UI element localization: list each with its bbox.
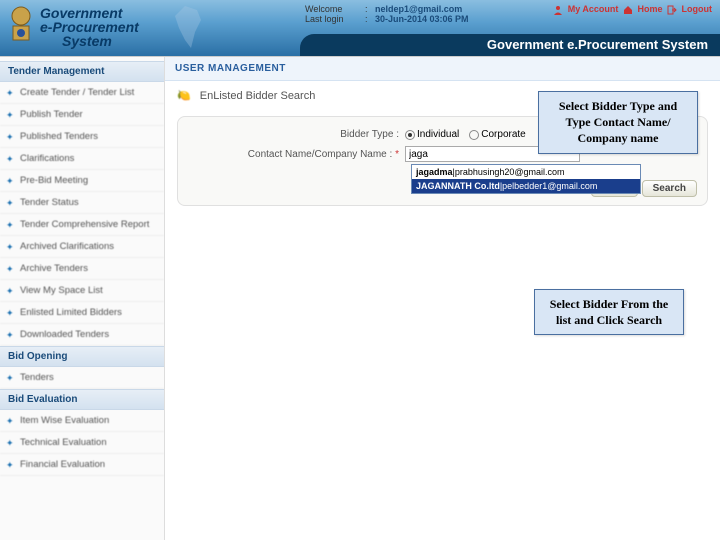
sidebar-item[interactable]: ✦ Financial Evaluation (0, 454, 164, 476)
arrow-icon: ✦ (6, 88, 16, 98)
sidebar-item[interactable]: ✦ Tender Status (0, 192, 164, 214)
radio-individual[interactable] (405, 130, 415, 140)
sidebar-item-label: Tender Status (20, 197, 79, 208)
bidder-type-label: Bidder Type : (190, 129, 405, 140)
sidebar-item[interactable]: ✦ Clarifications (0, 148, 164, 170)
sidebar-item-label: Tender Comprehensive Report (20, 219, 149, 230)
radio-individual-label[interactable]: Individual (417, 129, 459, 140)
sidebar: Tender Management ✦ Create Tender / Tende… (0, 57, 165, 540)
person-icon (553, 5, 563, 15)
app-header: Government e-Procurement System Welcome … (0, 0, 720, 57)
brand-bar: Government e.Procurement System (300, 34, 720, 56)
sidebar-item[interactable]: ✦ Create Tender / Tender List (0, 82, 164, 104)
page-title: USER MANAGEMENT (165, 57, 720, 81)
sidebar-item[interactable]: ✦ Downloaded Tenders (0, 324, 164, 346)
arrow-icon: ✦ (6, 264, 16, 274)
sidebar-section-tender: Tender Management (0, 61, 164, 82)
sidebar-item-label: View My Space List (20, 285, 103, 296)
sidebar-item-label: Create Tender / Tender List (20, 87, 134, 98)
sidebar-item[interactable]: ✦ Technical Evaluation (0, 432, 164, 454)
logout-icon (667, 5, 677, 15)
arrow-icon: ✦ (6, 286, 16, 296)
lastlogin-label: Last login (305, 14, 365, 24)
sidebar-item-label: Archived Clarifications (20, 241, 114, 252)
home-link[interactable]: Home (637, 4, 662, 14)
arrow-icon: ✦ (6, 416, 16, 426)
logout-link[interactable]: Logout (682, 4, 713, 14)
callout-select-type: Select Bidder Type and Type Contact Name… (538, 91, 698, 154)
main-content: USER MANAGEMENT 🍋 EnListed Bidder Search… (165, 57, 720, 540)
home-icon (623, 5, 633, 15)
sidebar-item[interactable]: ✦ Tender Comprehensive Report (0, 214, 164, 236)
sidebar-item-label: Tenders (20, 372, 54, 383)
crumb-text: EnListed Bidder Search (200, 90, 316, 102)
sidebar-item-label: Technical Evaluation (20, 437, 107, 448)
search-button[interactable]: Search (642, 180, 697, 197)
sidebar-item[interactable]: ✦ View My Space List (0, 280, 164, 302)
india-map-icon (165, 2, 215, 52)
sidebar-item-label: Financial Evaluation (20, 459, 105, 470)
site-title: Government e-Procurement System (40, 6, 139, 48)
arrow-icon: ✦ (6, 198, 16, 208)
welcome-label: Welcome (305, 4, 365, 14)
sidebar-item-label: Archive Tenders (20, 263, 88, 274)
arrow-icon: ✦ (6, 176, 16, 186)
dropdown-option-selected[interactable]: JAGANNATH Co.ltd|pelbedder1@gmail.com (412, 179, 640, 193)
sidebar-item[interactable]: ✦ Published Tenders (0, 126, 164, 148)
welcome-value: neldep1@gmail.com (375, 4, 462, 14)
dropdown-option[interactable]: jagadma|prabhusingh20@gmail.com (412, 165, 640, 179)
arrow-icon: ✦ (6, 373, 16, 383)
sidebar-item-label: Pre-Bid Meeting (20, 175, 88, 186)
sidebar-item[interactable]: ✦ Publish Tender (0, 104, 164, 126)
sidebar-item-label: Clarifications (20, 153, 74, 164)
arrow-icon: ✦ (6, 154, 16, 164)
sidebar-item-label: Published Tenders (20, 131, 98, 142)
radio-corporate[interactable] (469, 130, 479, 140)
sidebar-section-bideval: Bid Evaluation (0, 389, 164, 410)
callout-select-bidder: Select Bidder From the list and Click Se… (534, 289, 684, 335)
arrow-icon: ✦ (6, 110, 16, 120)
sidebar-item[interactable]: ✦ Pre-Bid Meeting (0, 170, 164, 192)
arrow-icon: ✦ (6, 242, 16, 252)
login-info: Welcome : neldep1@gmail.com Last login :… (305, 4, 469, 24)
sidebar-item-label: Publish Tender (20, 109, 83, 120)
autocomplete-dropdown: jagadma|prabhusingh20@gmail.com JAGANNAT… (411, 164, 641, 194)
arrow-icon: ✦ (6, 308, 16, 318)
sidebar-item-label: Enlisted Limited Bidders (20, 307, 122, 318)
arrow-icon: ✦ (6, 330, 16, 340)
title-line: System (40, 34, 139, 48)
radio-corporate-label[interactable]: Corporate (481, 129, 525, 140)
sidebar-item[interactable]: ✦ Item Wise Evaluation (0, 410, 164, 432)
sidebar-item-label: Item Wise Evaluation (20, 415, 109, 426)
top-nav: My Account Home Logout (551, 4, 712, 15)
sidebar-item[interactable]: ✦ Tenders (0, 367, 164, 389)
sidebar-item[interactable]: ✦ Archived Clarifications (0, 236, 164, 258)
sidebar-section-bidopen: Bid Opening (0, 346, 164, 367)
bullet-icon: 🍋 (177, 90, 191, 102)
arrow-icon: ✦ (6, 220, 16, 230)
sidebar-item[interactable]: ✦ Archive Tenders (0, 258, 164, 280)
title-line: Government (40, 6, 139, 20)
arrow-icon: ✦ (6, 460, 16, 470)
my-account-link[interactable]: My Account (568, 4, 619, 14)
contact-label: Contact Name/Company Name : * (190, 149, 405, 160)
sidebar-item-label: Downloaded Tenders (20, 329, 109, 340)
arrow-icon: ✦ (6, 438, 16, 448)
national-emblem-icon (6, 4, 36, 46)
sidebar-item[interactable]: ✦ Enlisted Limited Bidders (0, 302, 164, 324)
title-line: e-Procurement (40, 20, 139, 34)
arrow-icon: ✦ (6, 132, 16, 142)
lastlogin-value: 30-Jun-2014 03:06 PM (375, 14, 469, 24)
